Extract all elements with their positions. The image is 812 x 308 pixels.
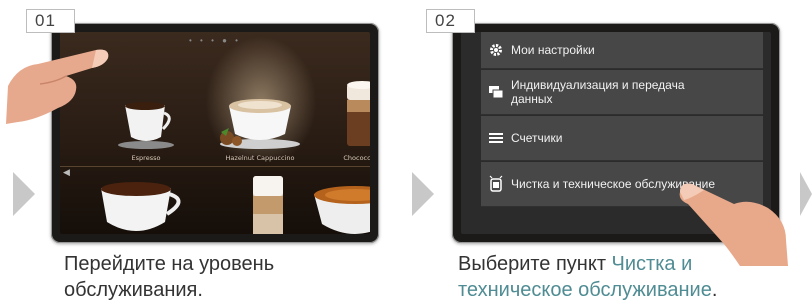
menu-lines-icon <box>481 133 511 143</box>
tea-cup-icon <box>314 186 370 234</box>
product-label: Chococcino <box>343 154 370 162</box>
espresso-cup-icon <box>118 102 174 149</box>
product-label: Espresso <box>131 154 161 162</box>
data-transfer-icon <box>481 86 511 98</box>
coffee-cup-icon <box>101 182 181 231</box>
product-chococcino[interactable]: Chococcino <box>322 62 370 162</box>
step-number-2: 02 <box>426 9 475 33</box>
flow-arrow-middle <box>412 172 434 216</box>
chococcino-glass-icon <box>347 81 370 146</box>
product-coffee-cup[interactable] <box>88 180 198 234</box>
cappuccino-cup-icon <box>220 99 300 149</box>
product-latte-glass[interactable] <box>238 172 298 234</box>
menu-item-label: Мои настройки <box>511 43 595 57</box>
step-1-caption: Перейдите на уровень обслуживания. <box>64 253 275 301</box>
menu-item-counters[interactable]: Счетчики <box>481 116 763 161</box>
menu-item-my-settings[interactable]: Мои настройки <box>481 32 763 69</box>
finger-pointer-icon <box>6 49 109 124</box>
menu-item-personalization[interactable]: Индивидуализация и передача данных <box>481 70 763 115</box>
product-tea-cup[interactable] <box>310 184 370 234</box>
flow-arrow-left <box>13 172 35 216</box>
caption-suffix: . <box>711 279 718 301</box>
latte-glass-icon <box>253 176 283 234</box>
step-number-1: 01 <box>26 9 75 33</box>
product-label: Hazelnut Cappuccino <box>225 154 295 162</box>
gear-icon <box>481 43 511 57</box>
flow-arrow-right <box>800 172 812 216</box>
menu-item-label: Индивидуализация и передача данных <box>511 78 685 106</box>
menu-item-label: Счетчики <box>511 131 563 145</box>
product-hazelnut-cappuccino[interactable]: Hazelnut Cappuccino <box>210 62 310 162</box>
maintenance-icon <box>481 175 511 193</box>
scroll-left-icon[interactable]: ◀ <box>63 167 70 178</box>
caption-text: Выберите пункт <box>458 253 612 275</box>
step-2-caption: Выберите пункт Чистка и техническое обсл… <box>458 251 798 303</box>
